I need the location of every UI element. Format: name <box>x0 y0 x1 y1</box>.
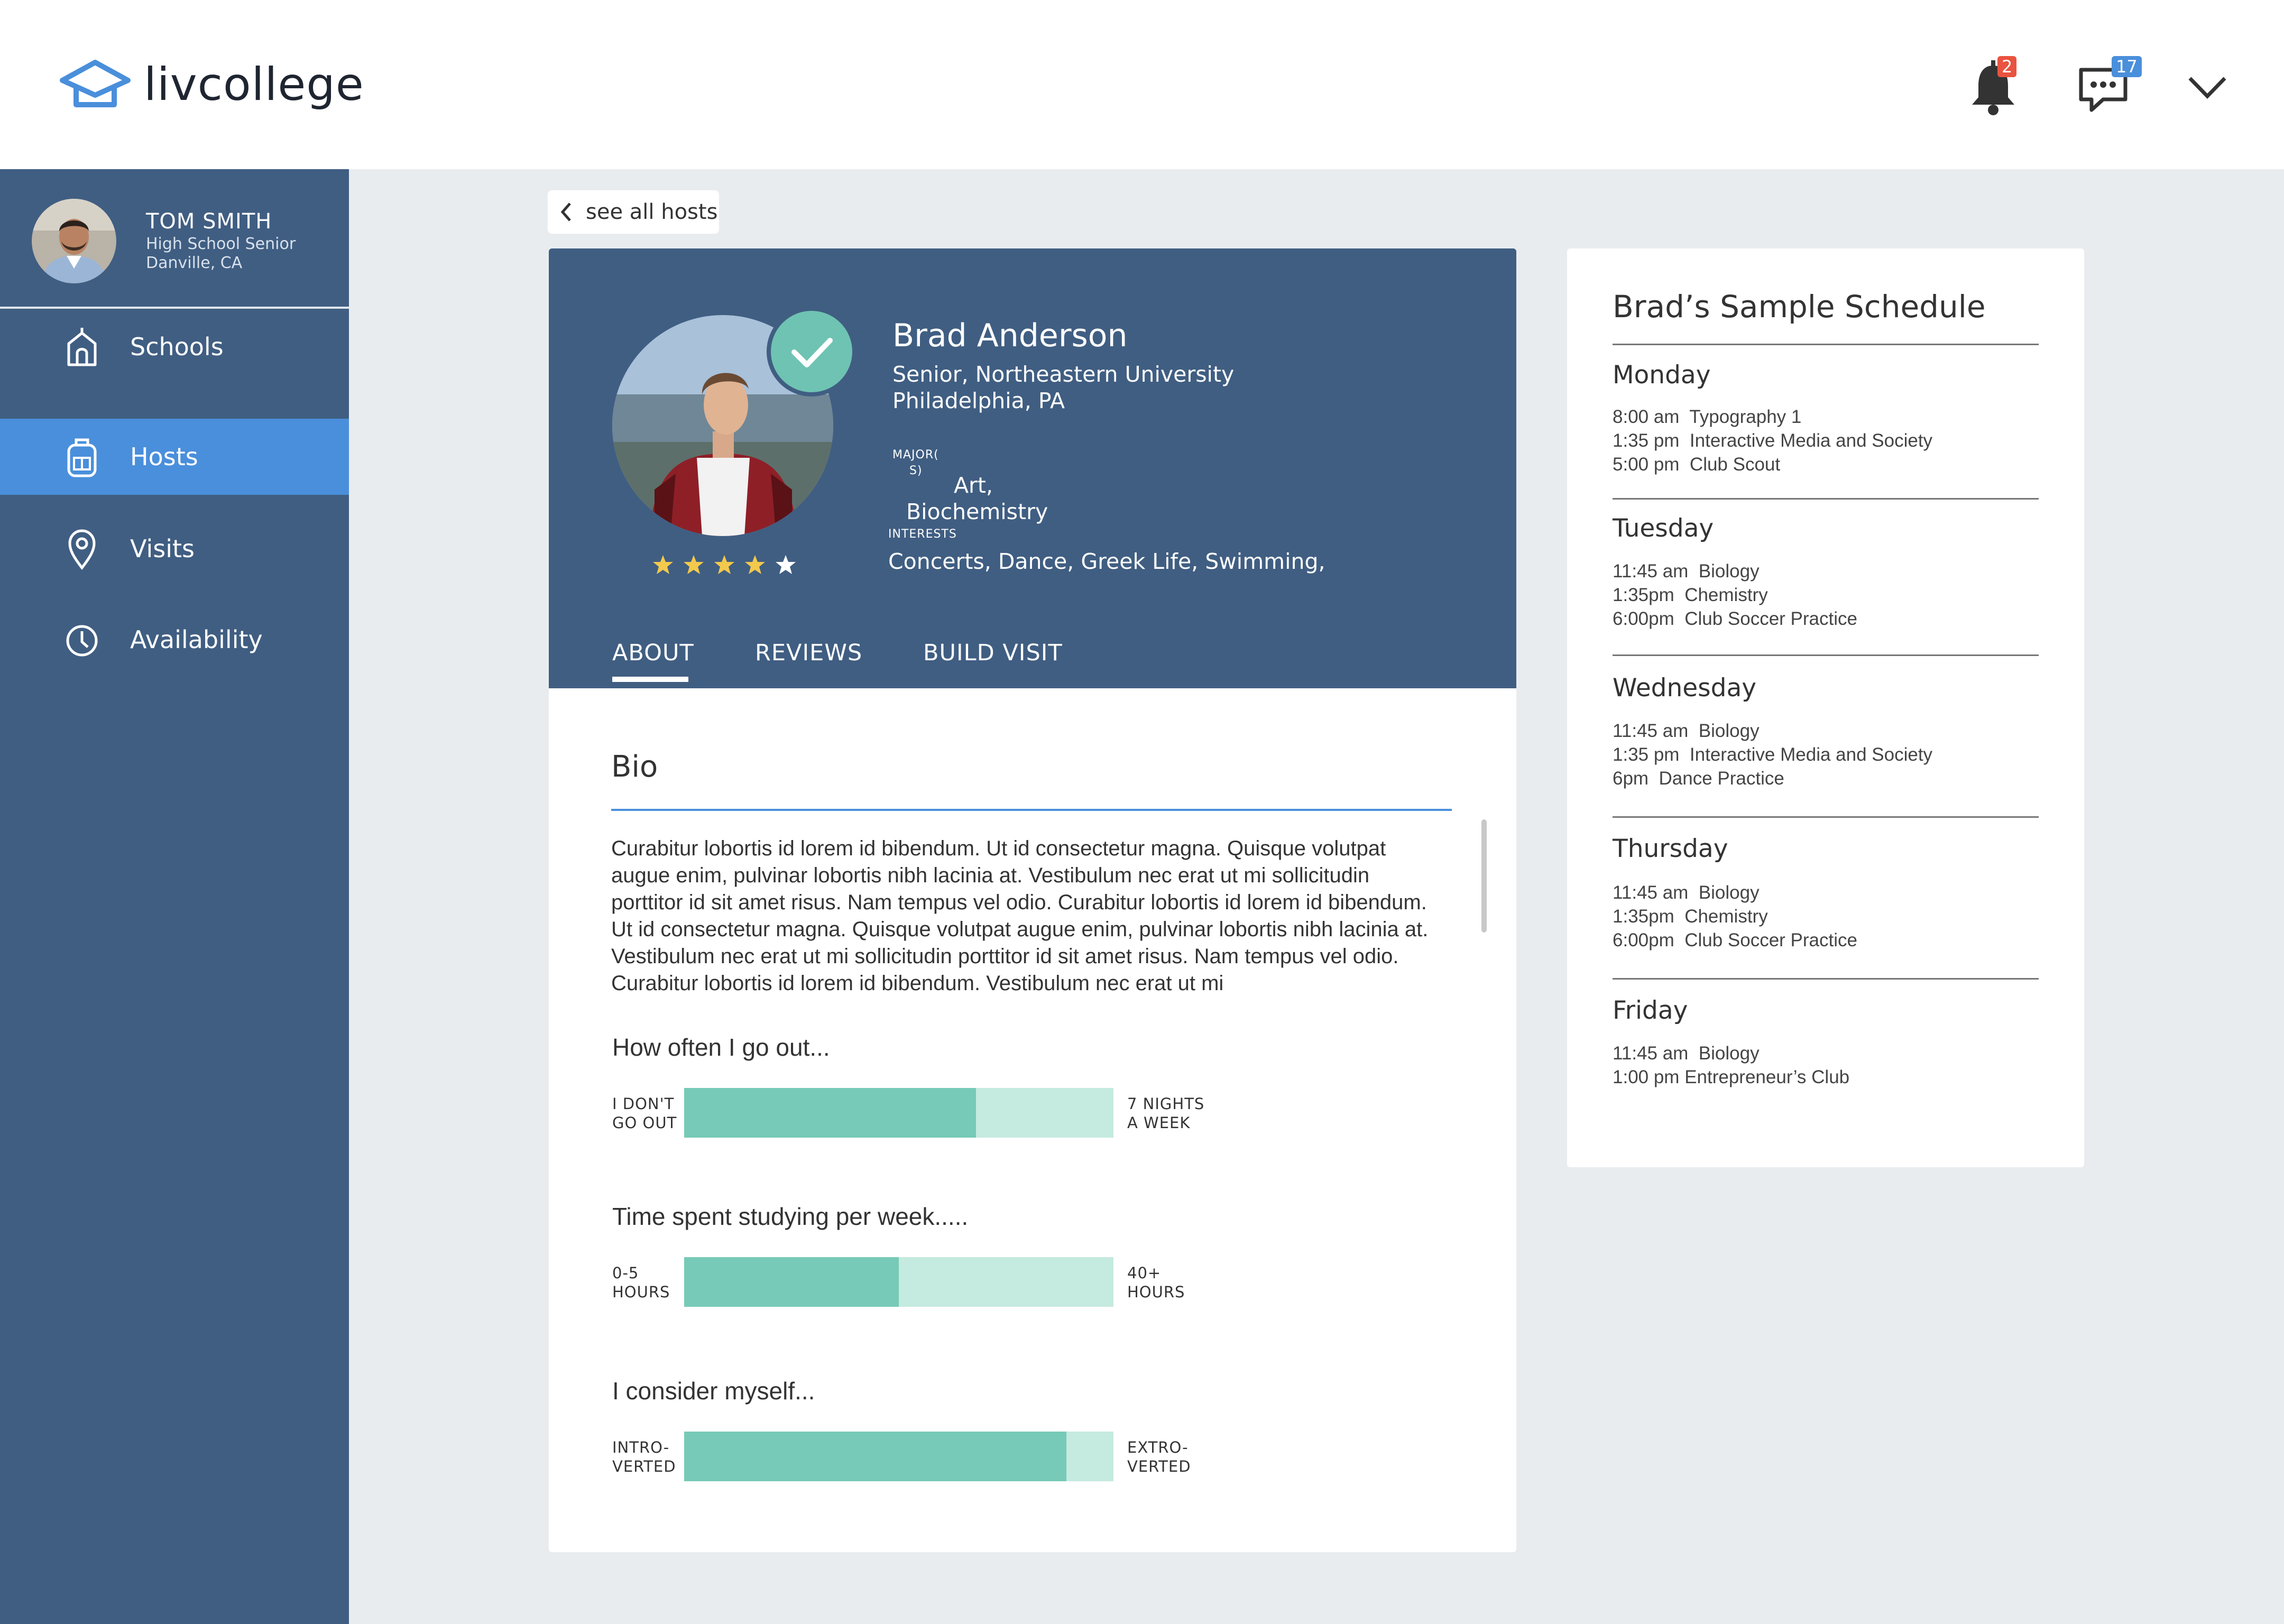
bio-scrollbar[interactable] <box>1481 819 1487 933</box>
schedule-classes: 11:45 am Biology 1:00 pm Entrepreneur’s … <box>1613 1043 1850 1087</box>
schedule-classes: 11:45 am Biology 1:35pm Chemistry 6:00pm… <box>1613 561 1857 629</box>
schedule-title: Brad’s Sample Schedule <box>1613 289 1986 325</box>
interests-label: INTERESTS <box>888 528 957 541</box>
host-location: Philadelphia, PA <box>892 388 1065 413</box>
sidebar-item-schools[interactable]: Schools <box>0 309 349 385</box>
location-pin-icon <box>68 529 96 570</box>
star-empty-icon <box>776 555 796 574</box>
house-cap-logo-icon <box>60 60 131 107</box>
host-majors-cont: Biochemistry <box>906 499 1048 524</box>
host-interests: Concerts, Dance, Greek Life, Swimming, <box>888 549 1325 574</box>
meter-question: How often I go out... <box>612 1034 830 1061</box>
school-icon <box>67 328 97 366</box>
account-menu-toggle[interactable] <box>2184 58 2242 116</box>
schedule-classes: 11:45 am Biology 1:35 pm Interactive Med… <box>1613 721 1933 789</box>
sample-schedule-card: Brad’s Sample Schedule Monday 8:00 am Ty… <box>1567 248 2084 1167</box>
see-all-hosts-link[interactable]: see all hosts <box>548 190 719 234</box>
rating-stars <box>652 554 796 575</box>
star-filled-icon <box>714 555 734 574</box>
schedule-divider <box>1613 816 2039 818</box>
majors-label-cont: S) <box>909 464 923 477</box>
meter-fill <box>684 1088 977 1138</box>
tab-about[interactable]: ABOUT <box>612 640 694 666</box>
host-name: Brad Anderson <box>892 317 1128 354</box>
sidebar-item-label: Availability <box>130 625 263 654</box>
bio-text: Curabitur lobortis id lorem id bibendum.… <box>611 837 1429 995</box>
chevron-left-icon <box>560 202 571 222</box>
star-filled-icon <box>653 555 673 574</box>
schedule-day: Thursday <box>1613 834 1728 863</box>
schedule-day: Monday <box>1613 361 1711 390</box>
app-logo[interactable]: livcollege <box>58 58 364 111</box>
checkmark-icon <box>791 338 833 367</box>
user-location: Danville, CA <box>146 254 243 272</box>
user-name: TOM SMITH <box>146 209 272 234</box>
schedule-divider <box>1613 654 2039 656</box>
star-filled-icon <box>684 555 704 574</box>
back-link-label: see all hosts <box>586 200 718 224</box>
user-profile[interactable]: TOM SMITH High School Senior Danville, C… <box>0 169 349 309</box>
schedule-classes: 8:00 am Typography 1 1:35 pm Interactive… <box>1613 407 1933 475</box>
verified-badge <box>767 307 856 396</box>
meter-left-label: INTRO- VERTED <box>612 1438 676 1475</box>
notifications-badge: 2 <box>1997 56 2017 77</box>
user-avatar <box>32 199 116 283</box>
sidebar-item-visits[interactable]: Visits <box>0 511 349 587</box>
sidebar-item-availability[interactable]: Availability <box>0 602 349 678</box>
schedule-divider <box>1613 498 2039 500</box>
meter-question: I consider myself... <box>612 1377 815 1405</box>
profile-tabs: ABOUT REVIEWS BUILD VISIT <box>549 640 1516 688</box>
tab-build-visit[interactable]: BUILD VISIT <box>923 640 1063 666</box>
schedule-day: Wednesday <box>1613 673 1757 703</box>
meter-right-label: EXTRO- VERTED <box>1127 1438 1191 1475</box>
active-tab-indicator <box>612 677 688 682</box>
schedule-divider <box>1613 344 2039 345</box>
sidebar-item-label: Schools <box>130 333 224 361</box>
sidebar-item-hosts[interactable]: Hosts <box>0 419 349 495</box>
meter-fill <box>684 1432 1066 1481</box>
meter-left-label: I DON'T GO OUT <box>612 1095 677 1132</box>
sidebar: TOM SMITH High School Senior Danville, C… <box>0 169 349 1624</box>
app-name: livcollege <box>144 58 364 111</box>
notifications-button[interactable]: 2 <box>1967 56 2025 116</box>
star-filled-icon <box>745 555 765 574</box>
messages-button[interactable]: 17 <box>2077 56 2142 116</box>
meter-right-label: 7 NIGHTS A WEEK <box>1127 1095 1205 1132</box>
top-bar: livcollege 2 17 <box>0 0 2284 169</box>
host-school: Senior, Northeastern University <box>892 362 1235 387</box>
messages-badge: 17 <box>2112 56 2142 77</box>
sidebar-item-label: Hosts <box>130 442 198 471</box>
meter-track <box>684 1257 1113 1307</box>
majors-label: MAJOR( <box>892 448 939 462</box>
schedule-divider <box>1613 978 2039 980</box>
schedule-classes: 11:45 am Biology 1:35pm Chemistry 6:00pm… <box>1613 882 1857 951</box>
schedule-day: Friday <box>1613 996 1688 1025</box>
meter-track <box>684 1088 1113 1138</box>
meter-track <box>684 1432 1113 1481</box>
bio-heading: Bio <box>611 750 658 784</box>
user-role: High School Senior <box>146 235 296 253</box>
host-profile-card: Brad Anderson Senior, Northeastern Unive… <box>549 248 1516 1552</box>
meter-right-label: 40+ HOURS <box>1127 1264 1185 1301</box>
meter-question: Time spent studying per week..... <box>612 1203 969 1230</box>
chevron-down-icon <box>2188 77 2226 99</box>
meter-left-label: 0-5 HOURS <box>612 1264 670 1301</box>
host-header: Brad Anderson Senior, Northeastern Unive… <box>549 248 1516 688</box>
tab-reviews[interactable]: REVIEWS <box>755 640 862 666</box>
meter-fill <box>684 1257 899 1307</box>
host-majors: Art, <box>954 473 993 498</box>
sidebar-item-label: Visits <box>130 534 195 563</box>
backpack-icon <box>67 438 97 477</box>
schedule-day: Tuesday <box>1613 514 1714 543</box>
bio-divider <box>611 809 1452 811</box>
clock-icon <box>66 625 98 657</box>
